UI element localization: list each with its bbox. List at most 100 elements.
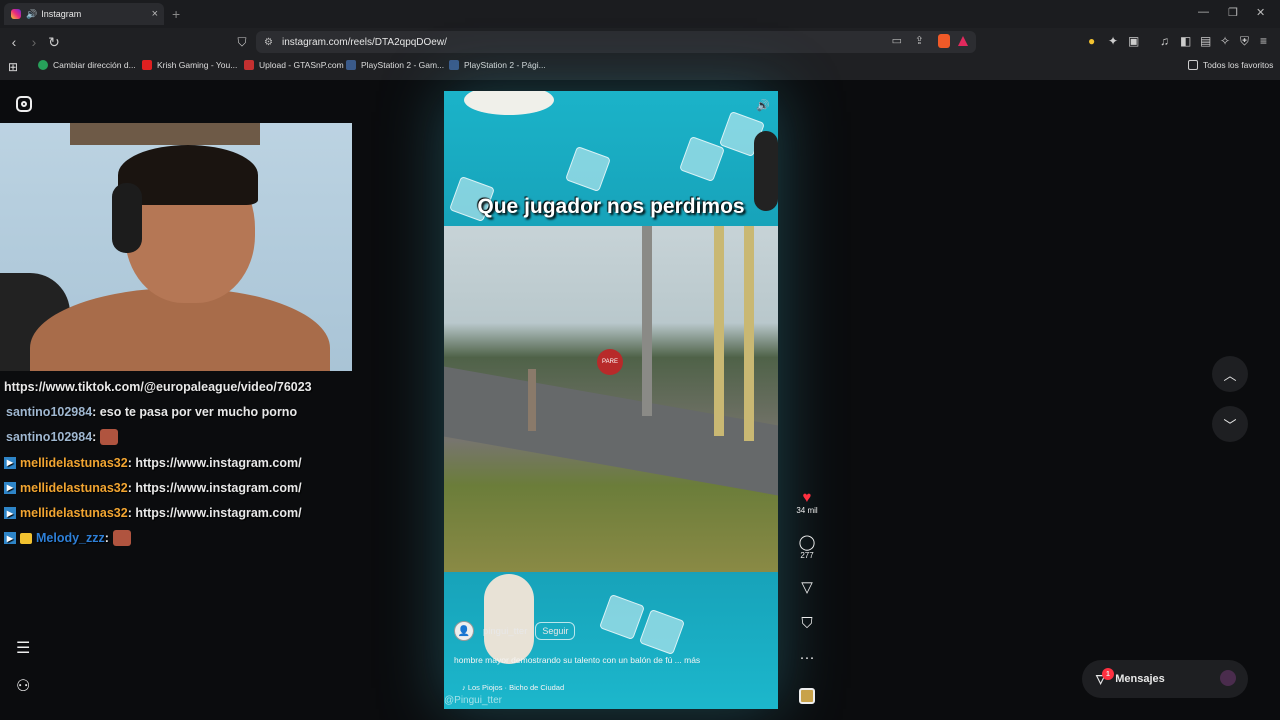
- crown-badge-icon: [20, 532, 32, 544]
- chat-text: : https://www.instagram.com/: [127, 506, 302, 521]
- comment-button[interactable]: ◯ 277: [790, 534, 824, 561]
- minimize-icon[interactable]: —: [1198, 6, 1209, 18]
- chat-message: santino102984 :: [0, 425, 330, 450]
- back-icon[interactable]: ‹: [4, 32, 24, 52]
- audio-page-button[interactable]: [790, 688, 824, 704]
- extension-icon[interactable]: ●: [1088, 34, 1095, 48]
- bookmark-page-icon[interactable]: ⛉: [232, 32, 252, 52]
- ice-cube: [638, 608, 686, 656]
- utility-pole: [642, 226, 652, 416]
- contact-avatar: [1220, 670, 1236, 686]
- chat-username: mellidelastunas32: [20, 480, 128, 495]
- bookmarks-bar: ⊞ Cambiar dirección d... Krish Gaming - …: [0, 56, 1280, 78]
- instagram-logo-icon[interactable]: [16, 96, 32, 112]
- brave-shields-icon[interactable]: [938, 34, 950, 48]
- chat-text: : https://www.instagram.com/: [127, 455, 302, 470]
- apps-grid-icon[interactable]: ⊞: [8, 60, 18, 74]
- comment-icon: ◯: [798, 534, 816, 551]
- chevron-up-icon: ︿: [1223, 367, 1237, 383]
- menu-icon[interactable]: ≡: [1260, 34, 1267, 48]
- ice-cube: [678, 135, 726, 183]
- notification-badge: 1: [1102, 668, 1114, 680]
- cast-icon[interactable]: ▭: [892, 34, 902, 50]
- restore-icon[interactable]: ❐: [1228, 6, 1238, 19]
- volume-icon[interactable]: 🔊: [756, 99, 770, 112]
- sidebar-icon[interactable]: ◧: [1180, 34, 1191, 48]
- bookmark-icon: ⛉: [801, 615, 813, 632]
- wallet-icon[interactable]: ▤: [1200, 34, 1211, 48]
- save-button[interactable]: ⛉: [790, 616, 824, 632]
- follow-button[interactable]: Seguir: [535, 622, 576, 640]
- tab-title: Instagram: [41, 9, 82, 19]
- chat-username: Melody_zzz: [36, 531, 105, 546]
- song-title: Los Piojos · Bicho de Ciudad: [467, 683, 565, 692]
- bookmark-item[interactable]: PlayStation 2 - Gam...: [346, 60, 444, 70]
- author-avatar[interactable]: 👤: [454, 621, 474, 641]
- tab-instagram[interactable]: 🔊 Instagram ×: [4, 3, 164, 25]
- utility-pole: [714, 226, 724, 436]
- prime-badge-icon: ▶: [4, 456, 16, 469]
- chat-username: mellidelastunas32: [20, 455, 128, 470]
- share-icon[interactable]: ⇪: [915, 34, 924, 50]
- comments-count: 277: [800, 551, 814, 560]
- more-menu-icon[interactable]: ☰: [16, 638, 30, 658]
- like-button[interactable]: ♥ 34 mil: [790, 489, 824, 516]
- vpn-icon[interactable]: ⛨: [1240, 34, 1249, 49]
- more-options-button[interactable]: ···: [790, 650, 824, 666]
- navigation-row: ‹ › ↻ ⛉ ⚙ instagram.com/reels/DTA2qpqDOe…: [0, 28, 1280, 56]
- brave-rewards-icon[interactable]: [958, 36, 968, 46]
- tab-close-icon[interactable]: ×: [152, 8, 158, 20]
- new-tab-button[interactable]: +: [172, 6, 180, 22]
- extensions-icon[interactable]: ✦: [1108, 34, 1118, 48]
- folder-icon: [1188, 60, 1198, 70]
- reel-caption-overlay: Que jugador nos perdimos: [477, 195, 745, 218]
- ice-cube: [598, 593, 646, 641]
- chat-message: https://www.tiktok.com/@europaleague/vid…: [0, 374, 330, 399]
- penguin: [484, 574, 534, 664]
- chevron-down-icon: ﹀: [1223, 417, 1237, 433]
- author-username[interactable]: pingui_tter: [483, 626, 527, 637]
- share-button[interactable]: ▽: [790, 580, 824, 596]
- next-reel-button[interactable]: ﹀: [1212, 406, 1248, 442]
- chat-text: :: [104, 531, 109, 546]
- bookmark-item[interactable]: Upload - GTASnP.com: [244, 60, 344, 70]
- more-icon: ···: [799, 649, 815, 666]
- bookmark-favicon-icon: [346, 60, 356, 70]
- window-close-icon[interactable]: ✕: [1256, 6, 1265, 19]
- bookmark-item[interactable]: Cambiar dirección d...: [38, 60, 136, 70]
- penguin: [464, 91, 554, 115]
- site-settings-icon[interactable]: ⚙: [264, 37, 273, 48]
- stop-sign: PARE: [597, 349, 623, 375]
- heart-icon: ♥: [802, 489, 812, 506]
- bookmark-label: Krish Gaming - You...: [157, 60, 238, 70]
- send-icon: ▽: [801, 579, 813, 596]
- emote-icon: [100, 429, 119, 446]
- chat-username: santino102984: [6, 404, 93, 419]
- messages-label: Mensajes: [1115, 673, 1165, 685]
- reel-description[interactable]: hombre mayor demostrando su talento con …: [454, 655, 700, 665]
- reload-icon[interactable]: ↻: [44, 32, 64, 52]
- bookmark-item[interactable]: Krish Gaming - You...: [142, 60, 237, 70]
- stream-chat: https://www.tiktok.com/@europaleague/vid…: [0, 374, 330, 551]
- speaker-icon[interactable]: 🔊: [26, 9, 37, 20]
- meta-apps-icon[interactable]: ⚇: [16, 676, 30, 696]
- youtube-icon: [142, 60, 152, 70]
- messages-button[interactable]: ▽ 1 Mensajes: [1082, 660, 1248, 698]
- all-favorites[interactable]: Todos los favoritos: [1188, 60, 1273, 70]
- screenshot-icon[interactable]: ▣: [1128, 34, 1139, 48]
- url-text: instagram.com/reels/DTA2qpqDOew/: [282, 36, 447, 48]
- reel-audio[interactable]: ♪ Los Piojos · Bicho de Ciudad: [462, 683, 564, 692]
- media-icon[interactable]: ♫: [1160, 34, 1169, 48]
- leo-ai-icon[interactable]: ✧: [1220, 34, 1230, 48]
- chat-message: ▶ mellidelastunas32 : https://www.instag…: [0, 475, 330, 500]
- bookmark-favicon-icon: [38, 60, 48, 70]
- reel-footage: PARE: [444, 226, 778, 572]
- chat-message: ▶ mellidelastunas32 : https://www.instag…: [0, 500, 330, 525]
- bookmark-item[interactable]: PlayStation 2 - Pági...: [449, 60, 546, 70]
- reel-video-player[interactable]: 🔊 Que jugador nos perdimos PARE 👤 pingui…: [444, 91, 778, 709]
- previous-reel-button[interactable]: ︿: [1212, 356, 1248, 392]
- address-bar[interactable]: ⚙ instagram.com/reels/DTA2qpqDOew/ ▭ ⇪: [256, 31, 976, 53]
- forward-icon[interactable]: ›: [24, 32, 44, 52]
- chat-message: santino102984 : eso te pasa por ver much…: [0, 399, 330, 424]
- instagram-favicon-icon: [11, 9, 21, 19]
